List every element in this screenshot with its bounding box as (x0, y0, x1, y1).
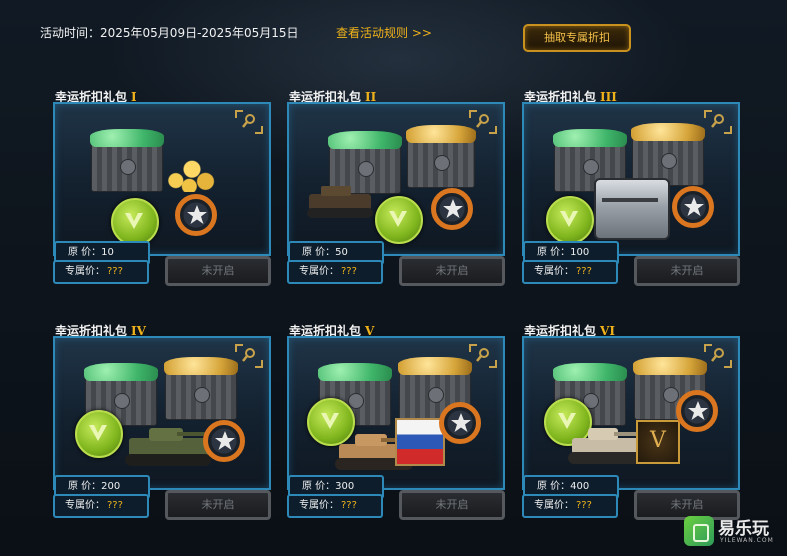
star-badge-icon (431, 188, 473, 230)
pack-card[interactable]: V 原 价：400 (522, 336, 740, 499)
exclusive-price-label: 专属价： (65, 500, 105, 511)
not-open-button[interactable]: 未开启 (165, 256, 271, 286)
silver-chest-icon (594, 178, 670, 240)
russian-flag-icon (395, 418, 445, 466)
exclusive-price: 专属价：??? (53, 494, 149, 518)
exclusive-price: 专属价：??? (522, 494, 618, 518)
pack-items (55, 104, 269, 254)
gold-crate-icon (406, 125, 476, 188)
pack-card[interactable]: 原 价：50 (287, 102, 505, 265)
star-badge-icon (676, 390, 718, 432)
exclusive-price-label: 专属价： (534, 500, 574, 511)
green-token-icon (75, 410, 123, 458)
pack-items (55, 338, 269, 488)
pack-items (289, 104, 503, 254)
pack-items (289, 338, 503, 488)
exclusive-price-value: ??? (341, 500, 357, 511)
pack-2: 幸运折扣礼包 II 原 价：50 专属价：??? 未开启 (287, 88, 509, 310)
exclusive-price: 专属价：??? (287, 494, 383, 518)
pack-6: 幸运折扣礼包 VI V 原 价：400 专属价：??? 未开启 (522, 322, 744, 544)
header-bar: 活动时间：2025年05月09日-2025年05月15日 查看活动规则 >> 抽… (0, 0, 787, 70)
gold-coins-icon (165, 154, 219, 192)
gold-crate-icon (164, 357, 238, 420)
tank-icon (568, 428, 644, 464)
exclusive-price-value: ??? (107, 500, 123, 511)
site-watermark: 易乐玩 YILEWAN.COM (684, 512, 784, 552)
pack-4: 幸运折扣礼包 IV 原 价：200 专属价：??? 未开启 (53, 322, 275, 544)
not-open-button[interactable]: 未开启 (399, 256, 505, 286)
pack-card[interactable]: 原 价：10 (53, 102, 271, 265)
site-logo-icon (684, 516, 714, 546)
exclusive-price-label: 专属价： (534, 266, 574, 277)
star-badge-icon (439, 402, 481, 444)
pack-items (524, 104, 738, 254)
not-open-button[interactable]: 未开启 (399, 490, 505, 520)
exclusive-price-value: ??? (341, 266, 357, 277)
not-open-button[interactable]: 未开启 (165, 490, 271, 520)
star-badge-icon (203, 420, 245, 462)
not-open-button[interactable]: 未开启 (634, 256, 740, 286)
exclusive-price-label: 专属价： (299, 500, 339, 511)
exclusive-price: 专属价：??? (522, 260, 618, 284)
pack-card[interactable]: 原 价：100 (522, 102, 740, 265)
exclusive-price-value: ??? (576, 500, 592, 511)
activity-time: 活动时间：2025年05月09日-2025年05月15日 (40, 26, 299, 40)
pack-items: V (524, 338, 738, 488)
pack-5: 幸运折扣礼包 V 原 价：300 专属价：??? 未开启 (287, 322, 509, 544)
exclusive-price-value: ??? (107, 266, 123, 277)
watermark-name: 易乐玩 (718, 519, 769, 539)
draw-discount-button[interactable]: 抽取专属折扣 (523, 24, 631, 52)
star-badge-icon (672, 186, 714, 228)
v-rank-badge-text: V (650, 428, 666, 453)
pack-card[interactable]: 原 价：300 (287, 336, 505, 499)
pack-card[interactable]: 原 价：200 (53, 336, 271, 499)
pack-3: 幸运折扣礼包 III 原 价：100 专属价：??? 未开启 (522, 88, 744, 310)
pack-1: 幸运折扣礼包 I 原 价：10 专属价：??? 未开启 (53, 88, 275, 310)
green-token-icon (111, 198, 159, 246)
exclusive-price-label: 专属价： (65, 266, 105, 277)
tank-icon (125, 428, 211, 466)
cash-crate-icon (90, 129, 164, 192)
exclusive-price-value: ??? (576, 266, 592, 277)
green-token-icon (375, 196, 423, 244)
tank-icon (307, 186, 373, 218)
watermark-url: YILEWAN.COM (720, 537, 774, 544)
green-token-icon (546, 196, 594, 244)
star-badge-icon (175, 194, 217, 236)
exclusive-price-label: 专属价： (299, 266, 339, 277)
exclusive-price: 专属价：??? (53, 260, 149, 284)
exclusive-price: 专属价：??? (287, 260, 383, 284)
view-rules-link[interactable]: 查看活动规则 >> (336, 24, 432, 41)
v-rank-badge-icon: V (636, 420, 680, 464)
